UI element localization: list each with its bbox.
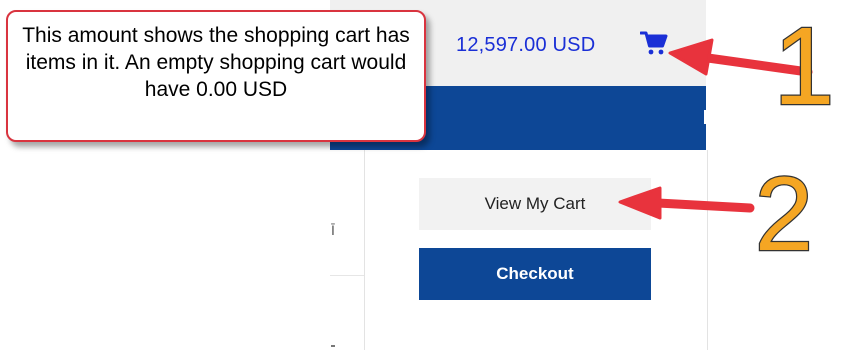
divider — [330, 275, 364, 276]
annotation-arrow-2 — [618, 186, 755, 220]
view-my-cart-label: View My Cart — [484, 194, 586, 213]
band-edge-marker — [704, 110, 706, 124]
svg-text:2: 2 — [755, 162, 813, 262]
annotation-marker-2: 2 — [754, 162, 815, 262]
view-my-cart-button[interactable]: View My Cart — [419, 178, 651, 230]
svg-text:1: 1 — [773, 14, 834, 114]
checkout-label: Checkout — [496, 264, 574, 283]
cart-total[interactable]: 12,597.00 USD — [456, 34, 595, 57]
shopping-cart-icon[interactable] — [639, 30, 668, 56]
annotation-callout: This amount shows the shopping cart has … — [6, 10, 426, 142]
partial-glyph: Ī — [331, 222, 335, 238]
annotation-callout-text: This amount shows the shopping cart has … — [22, 24, 410, 101]
partial-glyph-2 — [331, 345, 335, 347]
annotation-marker-1: 1 — [772, 14, 836, 114]
checkout-button[interactable]: Checkout — [419, 248, 651, 300]
